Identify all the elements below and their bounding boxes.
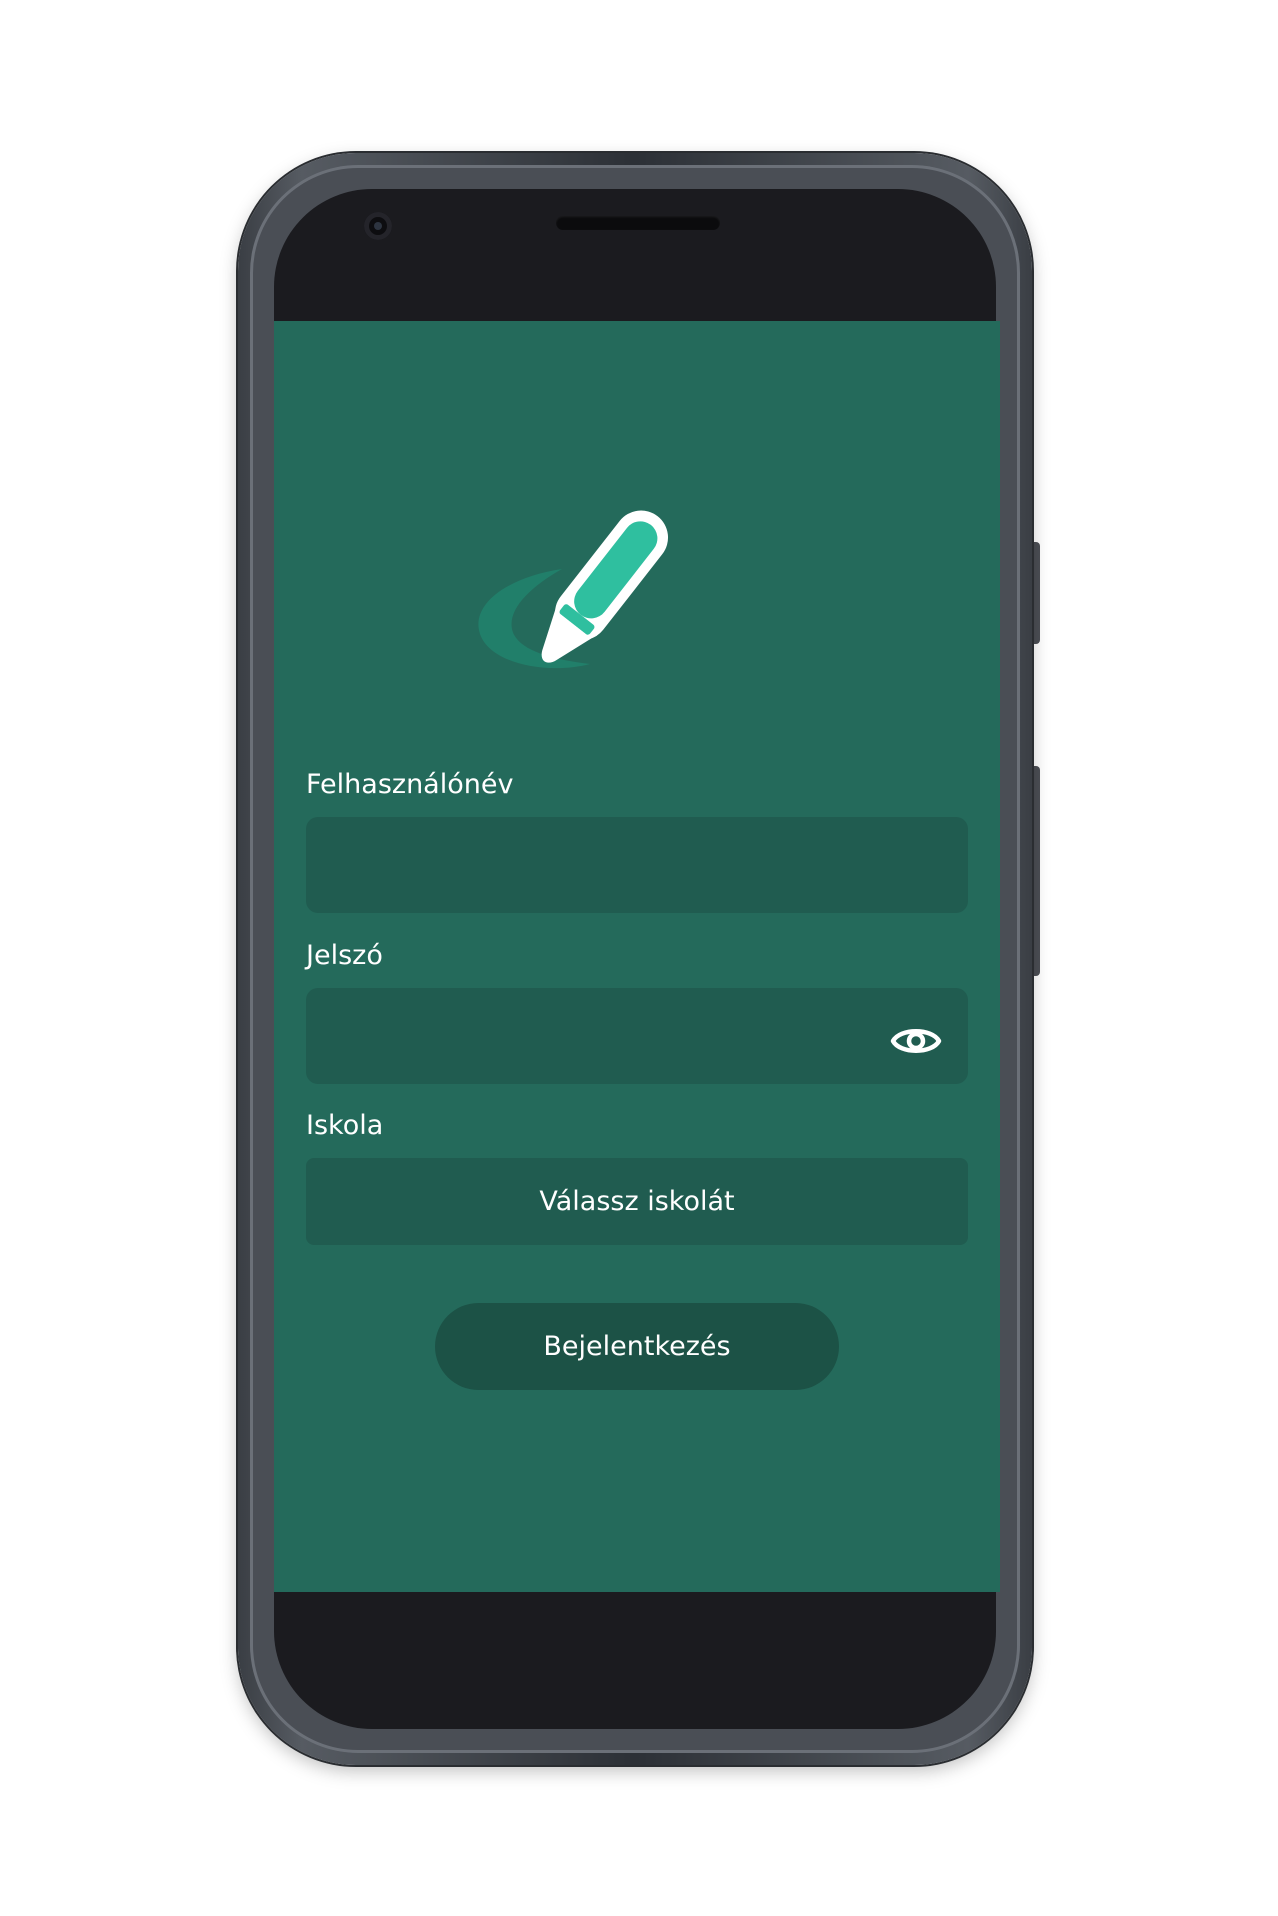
login-screen: Felhasználónév Jelszó Iskola Válassz isk…	[274, 321, 1000, 1592]
school-select[interactable]: Válassz iskolát	[306, 1158, 968, 1245]
password-input[interactable]	[306, 988, 968, 1084]
earpiece-speaker	[556, 216, 720, 230]
front-camera	[364, 212, 392, 240]
username-label: Felhasználónév	[306, 769, 514, 800]
username-input[interactable]	[306, 817, 968, 913]
login-button[interactable]: Bejelentkezés	[435, 1303, 839, 1390]
device-mockup: Felhasználónév Jelszó Iskola Válassz isk…	[0, 0, 1278, 1916]
pen-logo-icon	[478, 510, 669, 669]
volume-button	[1032, 766, 1040, 976]
eye-icon[interactable]	[890, 1020, 942, 1062]
password-label: Jelszó	[306, 940, 383, 971]
school-label: Iskola	[306, 1110, 384, 1141]
power-button	[1032, 542, 1040, 644]
